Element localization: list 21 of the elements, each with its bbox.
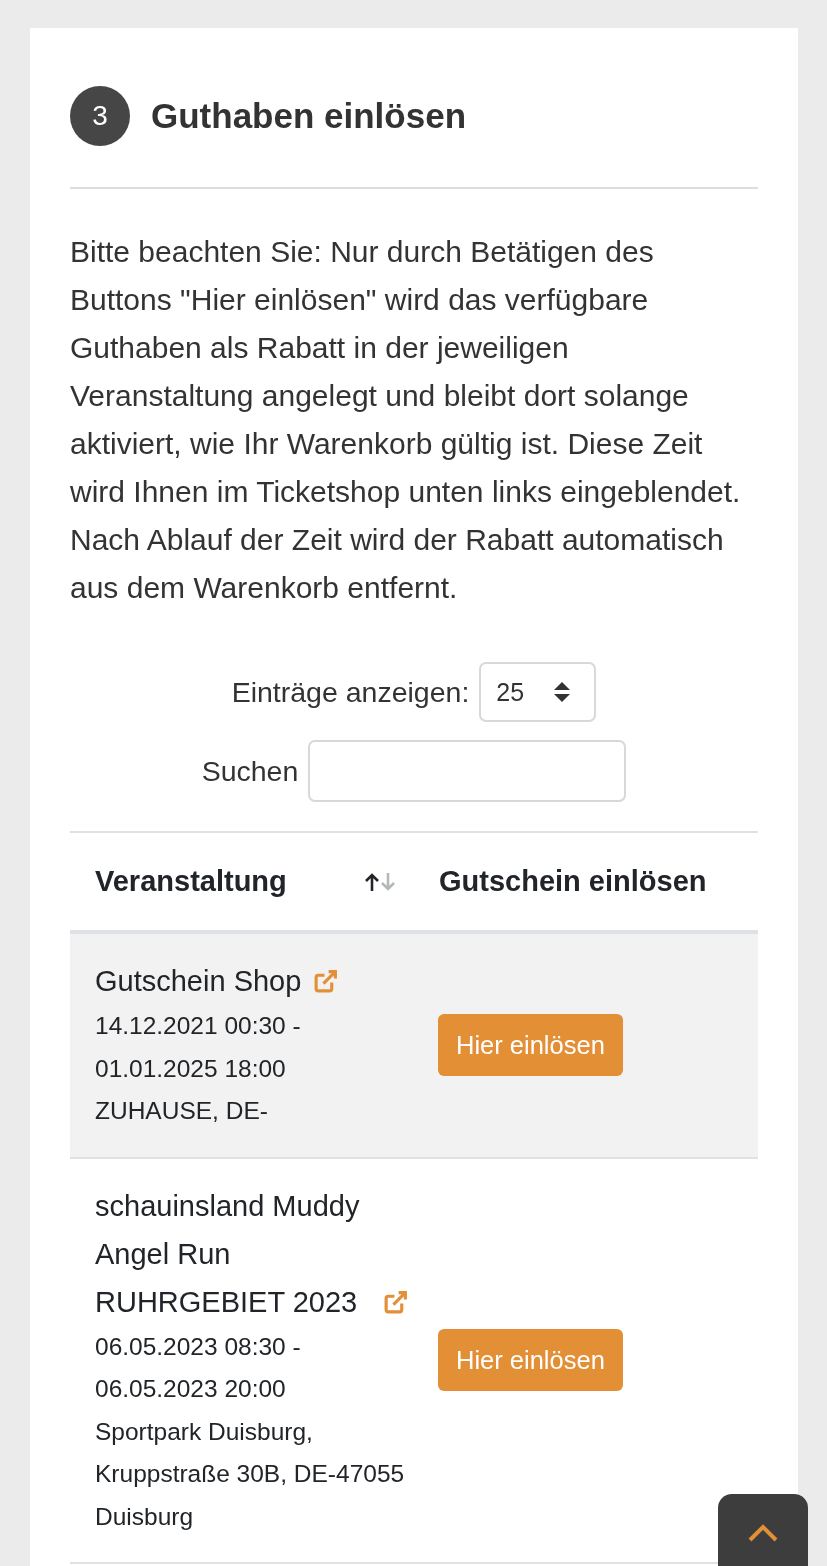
chevron-up-icon xyxy=(748,1524,778,1542)
event-title: schauinsland Muddy Angel Run RUHRGEBIET 2023 xyxy=(95,1188,361,1320)
section-title: Guthaben einlösen xyxy=(151,96,467,136)
external-link-icon[interactable] xyxy=(383,1289,408,1315)
event-dates: 06.05.2023 08:30 - 06.05.2023 20:00 xyxy=(95,1331,302,1404)
step-number: 3 xyxy=(70,86,130,146)
notice-text: Bitte beachten Sie: Nur durch Betätigen des Buttons "Hier einlösen" wird das verfügbare Guthaben als Rabatt in der jeweiligen Veranstaltung angelegt und bleibt dort solange aktiviert, wie Ihr Warenkorb gültig ist. Diese Zeit wird Ihnen im Ticketshop unten links eingeblendet. Nach Ablauf der Zeit wird der Rabatt automatisch aus dem Warenkorb entfernt. xyxy=(70,234,742,606)
column-header[interactable]: Gutschein einlösen xyxy=(439,865,707,898)
select-caret-icon xyxy=(554,682,571,702)
scroll-top-button[interactable] xyxy=(718,1494,808,1566)
entries-select[interactable]: 25 xyxy=(479,662,597,722)
search-field[interactable] xyxy=(308,740,627,802)
sort-arrows-icon[interactable] xyxy=(363,871,397,892)
search-label: Suchen xyxy=(201,754,299,788)
event-title: Gutschein Shop xyxy=(95,964,302,999)
event-dates: 14.12.2021 00:30 - 01.01.2025 18:00 xyxy=(95,1011,302,1084)
event-location: ZUHAUSE, DE- xyxy=(95,1096,269,1126)
column-header[interactable]: Veranstaltung xyxy=(95,865,287,898)
entries-label: Einträge anzeigen: xyxy=(231,675,470,709)
event-location: Sportpark Duisburg, Kruppstraße 30B, DE-47055 Duisburg xyxy=(95,1416,406,1532)
external-link-icon[interactable] xyxy=(313,969,339,994)
